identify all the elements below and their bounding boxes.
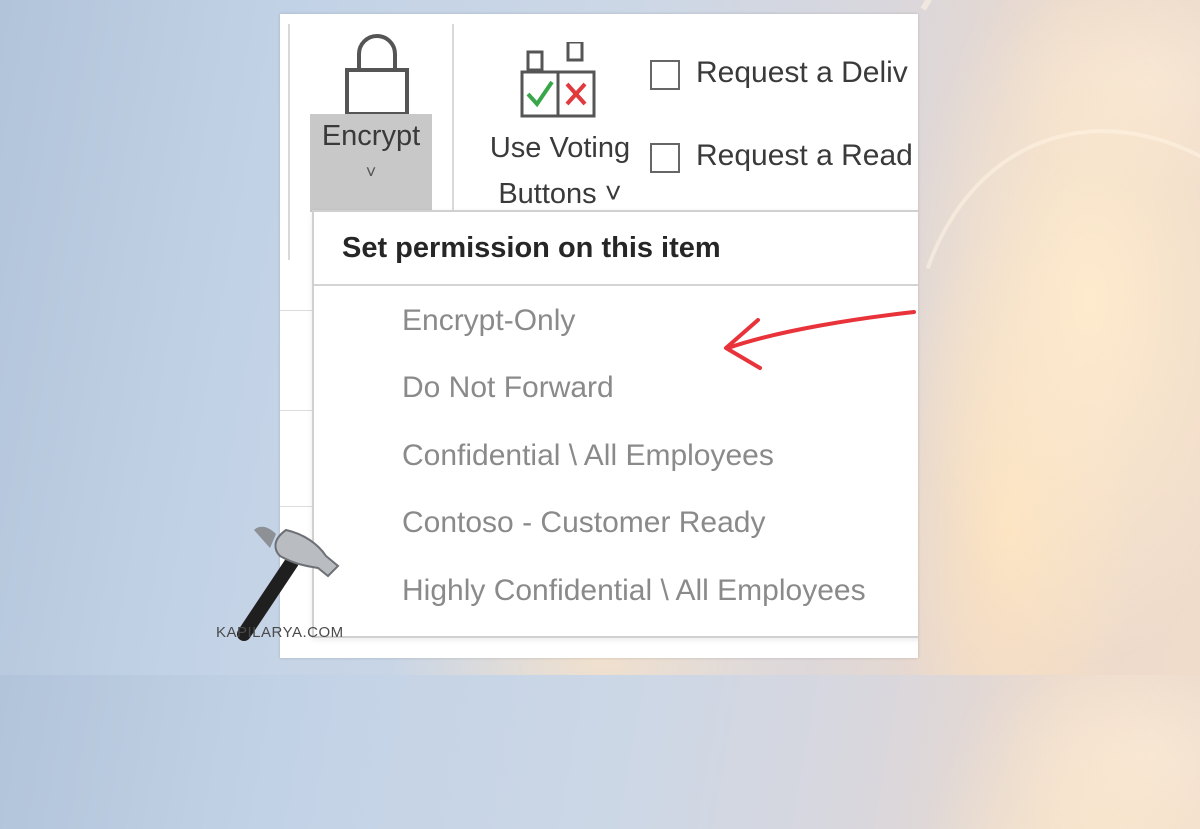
- voting-label-line1: Use Voting: [489, 132, 631, 164]
- request-read-receipt-checkbox[interactable]: Request a Read: [650, 139, 918, 179]
- menu-item-label: Highly Confidential \ All Employees: [402, 574, 866, 607]
- menu-header: Set permission on this item: [314, 212, 918, 286]
- divider: [280, 506, 314, 507]
- red-arrow-annotation: [724, 310, 916, 370]
- menu-item-confidential-all-employees[interactable]: Confidential \ All Employees: [316, 427, 916, 489]
- divider: [280, 310, 314, 311]
- outlook-options-panel: Encrypt ˅ Use Voting Buttons ˅ Request a…: [280, 14, 918, 658]
- menu-item-contoso-customer-ready[interactable]: Contoso - Customer Ready: [316, 494, 916, 556]
- voting-buttons-icon: [520, 42, 596, 118]
- checkbox[interactable]: [650, 143, 680, 173]
- watermark-text: KAPILARYA.COM: [216, 624, 344, 641]
- request-read-label: Request a Read: [696, 139, 913, 172]
- encrypt-button[interactable]: Encrypt ˅: [310, 114, 432, 212]
- request-delivery-label: Request a Deliv: [696, 56, 908, 89]
- menu-item-label: Contoso - Customer Ready: [402, 506, 766, 539]
- menu-item-label: Confidential \ All Employees: [402, 439, 774, 472]
- voting-label-line2: Buttons ˅: [498, 178, 622, 210]
- chevron-down-icon: ˅: [365, 162, 377, 182]
- menu-item-label: Do Not Forward: [402, 371, 614, 404]
- ribbon-separator: [452, 24, 454, 210]
- request-delivery-receipt-checkbox[interactable]: Request a Deliv: [650, 56, 918, 96]
- ribbon-separator: [288, 24, 290, 260]
- divider: [280, 410, 314, 411]
- menu-item-label: Encrypt-Only: [402, 304, 576, 337]
- lock-icon[interactable]: [342, 30, 412, 122]
- set-permission-menu: Set permission on this item Encrypt-Only…: [312, 210, 918, 638]
- encrypt-label: Encrypt: [321, 120, 421, 152]
- menu-item-highly-confidential-all-employees[interactable]: Highly Confidential \ All Employees: [316, 562, 916, 624]
- menu-header-label: Set permission on this item: [342, 232, 721, 264]
- use-voting-buttons-button[interactable]: Use Voting Buttons ˅: [475, 32, 645, 212]
- checkbox[interactable]: [650, 60, 680, 90]
